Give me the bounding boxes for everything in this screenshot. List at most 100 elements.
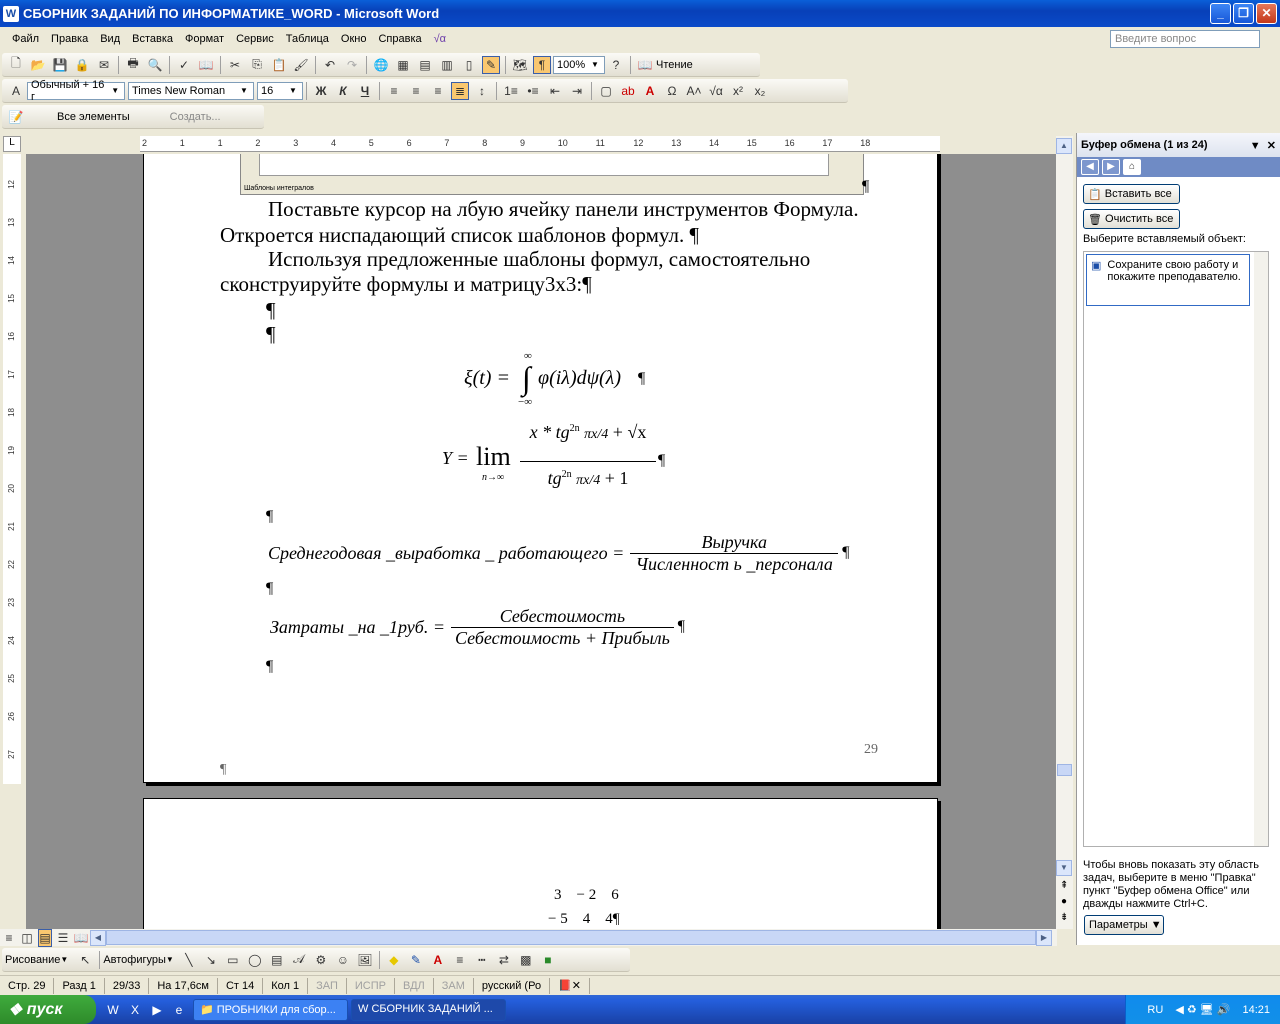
all-elements-select[interactable]: Все элементы [57, 111, 130, 123]
back-icon[interactable]: ◀ [1081, 159, 1099, 175]
save-icon[interactable]: 💾 [51, 56, 69, 74]
permission-icon[interactable]: 🔒 [73, 56, 91, 74]
bold-icon[interactable]: Ж [312, 82, 330, 100]
textbox-icon[interactable]: ▤ [268, 951, 286, 969]
document-map-icon[interactable]: 🗺 [511, 56, 529, 74]
quicklaunch-media-icon[interactable]: ▶ [148, 1001, 166, 1019]
normal-view-icon[interactable]: ≡ [2, 929, 16, 947]
paste-icon[interactable]: 📋 [270, 56, 288, 74]
italic-icon[interactable]: К [334, 82, 352, 100]
scroll-down-icon[interactable]: ▼ [1056, 860, 1072, 876]
clear-all-button[interactable]: 🗑 Очистить все [1083, 209, 1180, 229]
arrow-icon[interactable]: ↘ [202, 951, 220, 969]
font-color-icon[interactable]: A [429, 951, 447, 969]
horizontal-scrollbar[interactable]: ≡ ◫ ▤ ☰ 📖 ◀ ▶ [0, 928, 1057, 947]
tables-borders-icon[interactable]: ▦ [394, 56, 412, 74]
picture-icon[interactable]: 🖼 [356, 951, 374, 969]
fill-color-icon[interactable]: ◆ [385, 951, 403, 969]
menu-edit[interactable]: Правка [45, 33, 94, 45]
align-left-icon[interactable]: ≡ [385, 82, 403, 100]
create-style-button[interactable]: Создать... [170, 111, 221, 123]
columns-icon[interactable]: ▯ [460, 56, 478, 74]
line-color-icon[interactable]: ✎ [407, 951, 425, 969]
align-center-icon[interactable]: ≡ [407, 82, 425, 100]
equation-icon[interactable]: √α [707, 82, 725, 100]
status-language[interactable]: русский (Ро [474, 977, 551, 994]
previous-page-icon[interactable]: ⇞ [1060, 880, 1068, 891]
symbol-icon[interactable]: Ω [663, 82, 681, 100]
3d-icon[interactable]: ■ [539, 951, 557, 969]
help-icon[interactable]: ? [607, 56, 625, 74]
language-indicator[interactable]: RU [1147, 1004, 1163, 1016]
options-button[interactable]: Параметры ▼ [1084, 915, 1164, 935]
vertical-ruler[interactable]: 12 13 14 15 16 17 18 19 20 21 22 23 24 25 26 27 [3, 154, 21, 784]
drawing-icon[interactable]: ✎ [482, 55, 500, 74]
ask-question-input[interactable]: Введите вопрос [1110, 30, 1260, 48]
align-right-icon[interactable]: ≡ [429, 82, 447, 100]
chevron-down-icon[interactable]: ▼ [1250, 140, 1261, 152]
copy-icon[interactable]: ⎘ [248, 56, 266, 74]
reading-label[interactable]: Чтение [656, 59, 693, 71]
menu-window[interactable]: Окно [335, 33, 373, 45]
home-icon[interactable]: ⌂ [1123, 159, 1141, 175]
autoshapes-menu[interactable]: Автофигуры [103, 954, 166, 966]
status-extend[interactable]: ВДЛ [395, 977, 434, 994]
clipart-icon[interactable]: ☺ [334, 951, 352, 969]
line-icon[interactable]: ╲ [180, 951, 198, 969]
numbering-icon[interactable]: 1≡ [502, 82, 520, 100]
dash-style-icon[interactable]: ┅ [473, 951, 491, 969]
research-icon[interactable]: 📖 [197, 56, 215, 74]
close-icon[interactable]: ✕ [1267, 140, 1276, 152]
vertical-scrollbar[interactable]: ▲ ▼ ⇞ ● ⇟ [1056, 136, 1073, 929]
reading-view-icon[interactable]: 📖 [74, 929, 89, 947]
status-overtype[interactable]: ЗАМ [434, 977, 474, 994]
redo-icon[interactable]: ↷ [343, 56, 361, 74]
menu-help[interactable]: Справка [372, 33, 427, 45]
print-preview-icon[interactable]: 🔍 [146, 56, 164, 74]
forward-icon[interactable]: ▶ [1102, 159, 1120, 175]
show-hide-pilcrow-icon[interactable]: ¶ [533, 55, 551, 74]
decrease-indent-icon[interactable]: ⇤ [546, 82, 564, 100]
zoom-select[interactable]: 100% ▼ [553, 55, 605, 74]
tab-selector[interactable]: L [3, 136, 21, 152]
bullets-icon[interactable]: •≡ [524, 82, 542, 100]
insert-excel-icon[interactable]: ▥ [438, 56, 456, 74]
styles-pane-icon[interactable]: 📝 [7, 108, 25, 126]
task-word-document[interactable]: W СБОРНИК ЗАДАНИЙ ... [351, 998, 506, 1021]
task-probniki[interactable]: 📁 ПРОБНИКИ для сбор... [193, 998, 348, 1021]
word-app-icon[interactable]: W [3, 5, 19, 22]
rectangle-icon[interactable]: ▭ [224, 951, 242, 969]
border-icon[interactable]: ▢ [597, 82, 615, 100]
font-size-select[interactable]: 16 ▼ [257, 81, 303, 100]
styles-formatting-icon[interactable]: A [7, 82, 25, 100]
increase-indent-icon[interactable]: ⇥ [568, 82, 586, 100]
underline-icon[interactable]: Ч [356, 82, 374, 100]
highlight-icon[interactable]: ab [619, 82, 637, 100]
clip-scrollbar[interactable] [1254, 252, 1268, 846]
oval-icon[interactable]: ◯ [246, 951, 264, 969]
menu-format[interactable]: Формат [179, 33, 230, 45]
print-icon[interactable]: 🖶 [124, 56, 142, 74]
horizontal-ruler[interactable]: 2 1 1 2 3 4 5 6 7 8 9 10 11 12 13 14 15 16 17 18 [140, 136, 940, 152]
select-objects-icon[interactable]: ↖ [76, 951, 94, 969]
clip-item[interactable]: ▣ Сохраните свою работу и покажите препо… [1086, 254, 1250, 306]
web-view-icon[interactable]: ◫ [20, 929, 34, 947]
arrow-style-icon[interactable]: ⇄ [495, 951, 513, 969]
quicklaunch-excel-icon[interactable]: X [126, 1001, 144, 1019]
email-icon[interactable]: ✉ [95, 56, 113, 74]
close-button[interactable]: ✕ [1256, 3, 1277, 24]
scroll-up-icon[interactable]: ▲ [1056, 138, 1072, 154]
start-button[interactable]: ❖ пуск [0, 995, 96, 1024]
tray-icons[interactable]: ◀ ♻ 🖥 🔊 [1175, 1003, 1230, 1016]
style-select[interactable]: Обычный + 16 г ▼ [27, 79, 125, 103]
hyperlink-icon[interactable]: 🌐 [372, 56, 390, 74]
superscript-icon[interactable]: x² [729, 82, 747, 100]
undo-icon[interactable]: ↶ [321, 56, 339, 74]
print-layout-view-icon[interactable]: ▤ [38, 928, 52, 947]
restore-button[interactable]: ❐ [1233, 3, 1254, 24]
document-area[interactable]: Шаблоны интегралов ¶ Поставьте курсор на… [26, 154, 1056, 929]
subscript-icon[interactable]: x₂ [751, 82, 769, 100]
status-record[interactable]: ЗАП [308, 977, 347, 994]
scroll-thumb[interactable] [1057, 764, 1072, 776]
cut-icon[interactable]: ✂ [226, 56, 244, 74]
